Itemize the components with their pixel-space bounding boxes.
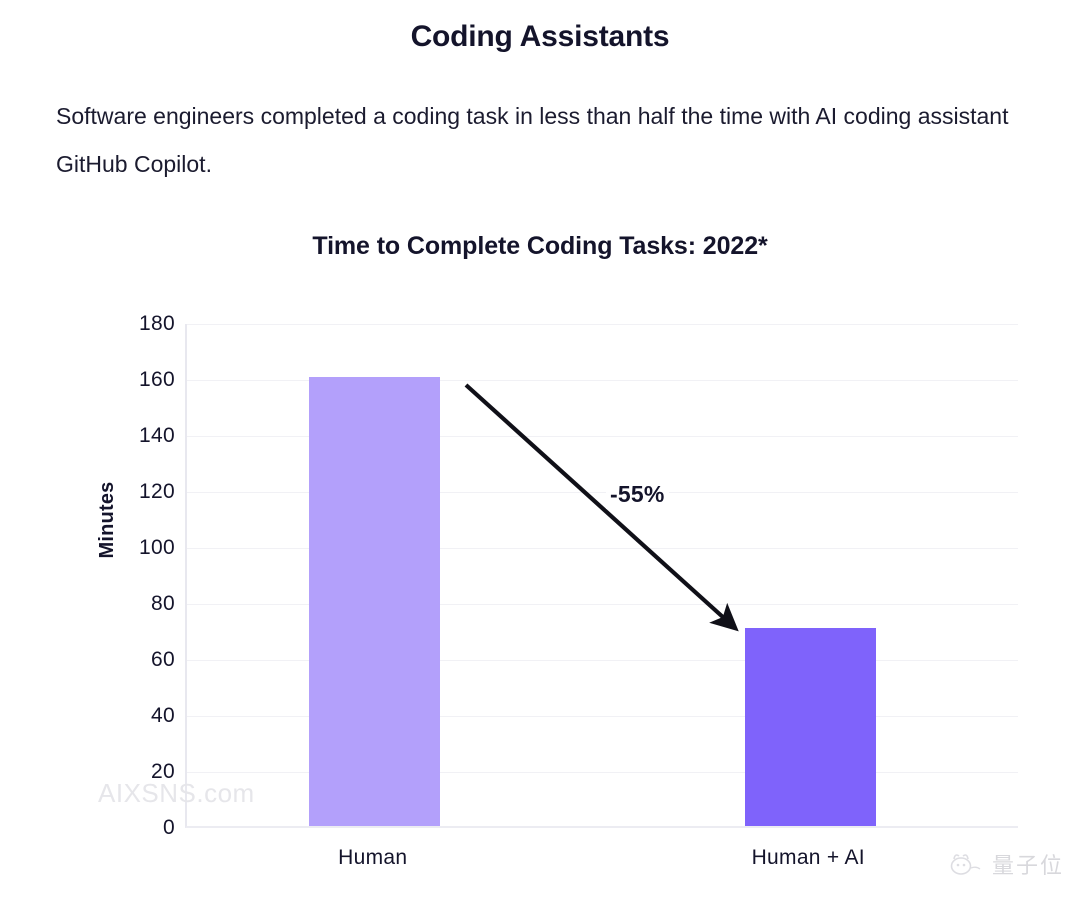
bar-human[interactable] [309, 377, 441, 826]
watermark-aixsns: AIXSNS.com [98, 778, 255, 808]
percent-change-annotation: -55% [606, 480, 669, 509]
y-tick: 40 [151, 704, 175, 727]
bar-human-ai[interactable] [744, 628, 876, 826]
x-tick-human-ai: Human + AI [751, 846, 865, 869]
gridline [187, 324, 1018, 325]
y-tick: 160 [139, 368, 175, 391]
y-tick: 0 [163, 816, 175, 839]
plot-area [185, 324, 1018, 828]
watermark-qbitai: 量子位 [950, 848, 1064, 880]
qbitai-logo-icon [950, 850, 984, 878]
y-tick: 100 [139, 536, 175, 559]
y-tick: 120 [139, 480, 175, 503]
y-tick: 60 [151, 648, 175, 671]
qbitai-label: 量子位 [991, 853, 1064, 878]
y-tick: 80 [151, 592, 175, 615]
y-tick: 180 [139, 312, 175, 335]
x-tick-human: Human [338, 846, 408, 869]
y-tick: 140 [139, 424, 175, 447]
